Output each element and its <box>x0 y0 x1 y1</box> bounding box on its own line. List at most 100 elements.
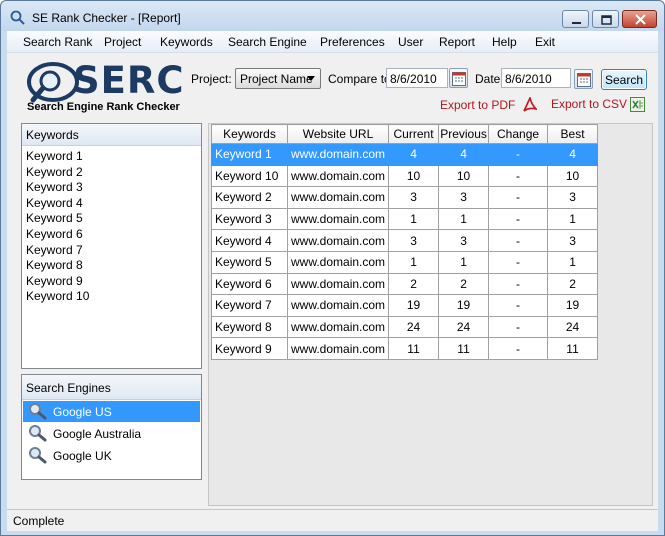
table-cell: 3 <box>547 186 599 209</box>
table-cell: - <box>488 272 549 296</box>
table-row[interactable]: Keyword 7 www.domain.com 19 19-19 <box>211 294 599 317</box>
pdf-icon[interactable] <box>523 97 537 113</box>
magnifier-icon <box>29 447 47 464</box>
column-header[interactable]: Keywords <box>211 124 288 144</box>
table-cell: Keyword 1 <box>211 143 288 166</box>
menu-report[interactable]: Report <box>439 35 475 49</box>
compare-date-input[interactable]: 8/6/2010 <box>386 68 448 88</box>
table-row[interactable]: Keyword 8 www.domain.com 24 24-24 <box>211 315 599 339</box>
minimize-button[interactable] <box>562 10 589 28</box>
list-item[interactable]: Keyword 10 <box>26 289 89 303</box>
table-cell: - <box>488 186 549 209</box>
list-item[interactable]: Keyword 1 <box>26 149 83 163</box>
table-cell: - <box>488 143 549 166</box>
table-cell: www.domain.com <box>286 315 390 339</box>
table-row[interactable]: Keyword 4 www.domain.com 3 3-3 <box>211 229 599 252</box>
logo-name: SERC <box>73 59 185 102</box>
column-header[interactable]: Change <box>488 124 549 144</box>
table-cell: www.domain.com <box>286 294 390 317</box>
column-header[interactable]: Website URL <box>286 124 390 144</box>
table-row[interactable]: Keyword 10 www.domain.com 10 10-10 <box>211 164 599 188</box>
menu-user[interactable]: User <box>398 35 423 49</box>
report-table: Keywords Website URL Current Previous Change… <box>211 124 599 360</box>
search-engine-item[interactable]: Google UK <box>23 445 200 466</box>
list-item[interactable]: Keyword 5 <box>26 211 83 225</box>
list-item[interactable]: Keyword 4 <box>26 196 83 210</box>
list-item[interactable]: Keyword 2 <box>26 165 83 179</box>
table-cell: - <box>488 207 549 231</box>
table-row[interactable]: Keyword 9 www.domain.com 11 11-11 <box>211 337 599 360</box>
table-cell: - <box>488 250 549 274</box>
table-cell: 3 <box>547 229 599 252</box>
table-cell: 3 <box>438 186 490 209</box>
table-cell: 1 <box>438 250 490 274</box>
close-button[interactable] <box>622 10 657 28</box>
table-cell: 3 <box>438 229 490 252</box>
compare-label: Compare to: <box>328 72 395 86</box>
close-icon <box>635 14 646 25</box>
search-engine-item[interactable]: Google US <box>23 401 200 422</box>
report-grid-area: Keywords Website URL Current Previous Change… <box>208 123 653 506</box>
table-cell: Keyword 5 <box>211 250 288 274</box>
list-item[interactable]: Keyword 3 <box>26 180 83 194</box>
menu-keywords[interactable]: Keywords <box>160 35 213 49</box>
table-row[interactable]: Keyword 3 www.domain.com 1 1-1 <box>211 207 599 231</box>
column-header[interactable]: Current <box>388 124 440 144</box>
list-item[interactable]: Keyword 9 <box>26 274 83 288</box>
table-cell: 3 <box>388 186 440 209</box>
title-bar[interactable]: SE Rank Checker - [Report] <box>1 1 664 31</box>
calendar-icon <box>452 72 466 86</box>
date-input[interactable]: 8/6/2010 <box>501 68 571 88</box>
menu-exit[interactable]: Exit <box>535 35 555 49</box>
magnifier-icon <box>29 403 47 420</box>
chevron-down-icon <box>307 76 315 81</box>
table-cell: 4 <box>388 143 440 166</box>
table-row[interactable]: Keyword 1 www.domain.com 4 4-4 <box>211 143 599 166</box>
table-cell: 11 <box>438 337 490 360</box>
export-pdf-link[interactable]: Export to PDF <box>440 98 515 112</box>
magnifier-icon <box>29 425 47 442</box>
table-header-row: Keywords Website URL Current Previous Change… <box>211 124 599 144</box>
status-bar: Complete <box>7 509 658 531</box>
column-header[interactable]: Previous <box>438 124 490 144</box>
project-select[interactable]: Project Name <box>235 68 321 89</box>
table-row[interactable]: Keyword 2 www.domain.com 3 3-3 <box>211 186 599 209</box>
table-cell: 24 <box>388 315 440 339</box>
compare-calendar-button[interactable] <box>449 68 468 88</box>
menu-project[interactable]: Project <box>104 35 141 49</box>
search-engine-label: Google US <box>53 405 112 419</box>
excel-icon[interactable] <box>630 97 645 112</box>
export-csv-link[interactable]: Export to CSV <box>551 97 627 111</box>
list-item[interactable]: Keyword 6 <box>26 227 83 241</box>
table-cell: www.domain.com <box>286 207 390 231</box>
column-header[interactable]: Best <box>547 124 599 144</box>
list-item[interactable]: Keyword 8 <box>26 258 83 272</box>
table-cell: Keyword 4 <box>211 229 288 252</box>
menu-search-engine[interactable]: Search Engine <box>228 35 307 49</box>
search-button[interactable]: Search <box>601 69 647 90</box>
minimize-icon <box>572 22 581 24</box>
search-engine-item[interactable]: Google Australia <box>23 423 200 444</box>
table-cell: Keyword 7 <box>211 294 288 317</box>
table-cell: 1 <box>547 250 599 274</box>
list-item[interactable]: Keyword 7 <box>26 243 83 257</box>
table-cell: 10 <box>547 164 599 188</box>
search-engine-label: Google UK <box>53 449 112 463</box>
table-cell: www.domain.com <box>286 186 390 209</box>
table-cell: 10 <box>388 164 440 188</box>
table-cell: 19 <box>547 294 599 317</box>
table-row[interactable]: Keyword 5 www.domain.com 1 1-1 <box>211 250 599 274</box>
table-cell: www.domain.com <box>286 272 390 296</box>
date-calendar-button[interactable] <box>574 69 593 89</box>
menu-preferences[interactable]: Preferences <box>320 35 385 49</box>
calendar-icon <box>577 73 591 87</box>
logo-tagline: Search Engine Rank Checker <box>27 101 180 113</box>
table-row[interactable]: Keyword 6 www.domain.com 2 2-2 <box>211 272 599 296</box>
table-cell: www.domain.com <box>286 250 390 274</box>
keywords-panel: Keywords Keyword 1 Keyword 2 Keyword 3 Keyw… <box>21 123 202 369</box>
menu-search-rank[interactable]: Search Rank <box>23 35 92 49</box>
menu-help[interactable]: Help <box>492 35 517 49</box>
project-label: Project: <box>191 72 232 86</box>
maximize-button[interactable] <box>592 10 619 28</box>
maximize-icon <box>601 15 612 25</box>
